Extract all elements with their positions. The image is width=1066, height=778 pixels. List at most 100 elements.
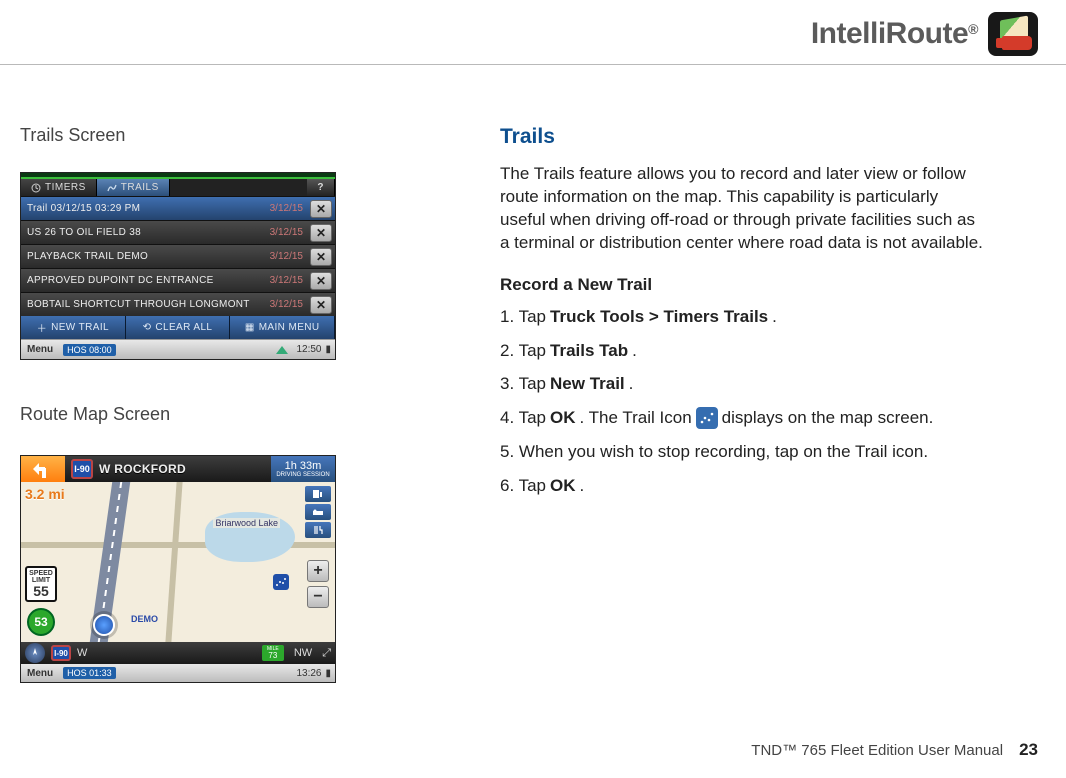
route-shield: I-90 (71, 459, 93, 479)
page-header: IntelliRoute® (0, 0, 1066, 64)
eta-value: 1h 33m (285, 461, 322, 472)
map-screenshot: I-90 W ROCKFORD 1h 33m DRIVING SESSION 3… (20, 455, 336, 683)
compass-icon[interactable] (25, 643, 45, 663)
speed-limit-value: 55 (27, 584, 55, 598)
map-footer: I-90 W MILE 73 NW ⤢ (21, 642, 335, 664)
trails-screenshot: TIMERS TRAILS ? Trail 03/12/15 03:29 PM … (20, 172, 336, 360)
zoom-out-button[interactable]: − (307, 586, 329, 608)
status-bar: Menu HOS 08:00 12:50 ▮ (21, 339, 335, 359)
new-trail-button[interactable]: ＋ NEW TRAIL (21, 316, 126, 339)
poi-food-icon[interactable] (305, 522, 331, 538)
caption-map-screen: Route Map Screen (20, 404, 380, 425)
battery-icon: ▮ (325, 668, 335, 679)
delete-trail-button[interactable]: ✕ (310, 296, 332, 314)
hos-badge: HOS 01:33 (63, 667, 116, 679)
main-menu-button[interactable]: ▦ MAIN MENU (230, 316, 335, 339)
speed-limit-sign: SPEED LIMIT 55 (25, 566, 57, 602)
tab-timers-label: TIMERS (45, 182, 86, 193)
plus-icon: ＋ (37, 320, 47, 335)
turn-arrow[interactable] (21, 456, 65, 482)
section-title: Trails (500, 125, 986, 149)
intro-paragraph: The Trails feature allows you to record … (500, 163, 986, 255)
minus-icon: − (313, 588, 322, 606)
map-status-bar: Menu HOS 01:33 13:26 ▮ (21, 664, 335, 682)
trails-actions: ＋ NEW TRAIL ⟲ CLEAR ALL ▦ MAIN MENU (21, 316, 335, 339)
tab-timers[interactable]: TIMERS (21, 179, 97, 196)
map-header: I-90 W ROCKFORD 1h 33m DRIVING SESSION (21, 456, 335, 482)
map-canvas[interactable]: 3.2 mi Briarwood Lake SPEED LIMIT 55 53 … (21, 482, 335, 642)
registered-mark: ® (968, 21, 978, 37)
trail-marker-icon[interactable] (273, 574, 289, 590)
delete-trail-button[interactable]: ✕ (310, 224, 332, 242)
trail-row-date: 3/12/15 (270, 227, 307, 238)
step-5: 5. When you wish to stop recording, tap … (500, 440, 986, 464)
trails-tabbar: TIMERS TRAILS ? (21, 179, 335, 196)
plus-icon: + (313, 562, 322, 580)
brand-title: IntelliRoute® (811, 17, 978, 51)
trail-row-date: 3/12/15 (270, 299, 307, 310)
footer-route-name: W (77, 647, 87, 659)
trail-row-date: 3/12/15 (270, 275, 307, 286)
delete-trail-button[interactable]: ✕ (310, 248, 332, 266)
trail-row-label: PLAYBACK TRAIL DEMO (21, 251, 270, 262)
clock: 12:50 (292, 344, 325, 355)
footer-shield: I-90 (51, 645, 71, 661)
trail-row[interactable]: US 26 TO OIL FIELD 38 3/12/15 ✕ (21, 220, 335, 244)
right-column: Trails The Trails feature allows you to … (500, 125, 986, 683)
left-column: Trails Screen TIMERS TRAILS ? Trail 03/1… (20, 125, 380, 683)
delete-trail-button[interactable]: ✕ (310, 200, 332, 218)
clear-icon: ⟲ (143, 322, 152, 333)
trail-row-label: BOBTAIL SHORTCUT THROUGH LONGMONT (21, 299, 270, 310)
delete-trail-button[interactable]: ✕ (310, 272, 332, 290)
subheading: Record a New Trail (500, 275, 986, 295)
clock: 13:26 (292, 668, 325, 679)
trail-row[interactable]: BOBTAIL SHORTCUT THROUGH LONGMONT 3/12/1… (21, 292, 335, 316)
help-button[interactable]: ? (307, 179, 335, 196)
poi-column (305, 486, 331, 538)
page-number: 23 (1019, 740, 1038, 760)
page-footer: TND™ 765 Fleet Edition User Manual 23 (751, 740, 1038, 760)
mile-marker: MILE 73 (262, 645, 284, 661)
clock-icon (31, 183, 41, 193)
eta-panel[interactable]: 1h 33m DRIVING SESSION (271, 456, 335, 482)
poi-fuel-icon[interactable] (305, 486, 331, 502)
trail-row[interactable]: APPROVED DUPOINT DC ENTRANCE 3/12/15 ✕ (21, 268, 335, 292)
heading: NW (290, 647, 316, 659)
clear-all-label: CLEAR ALL (155, 322, 212, 333)
clear-all-button[interactable]: ⟲ CLEAR ALL (126, 316, 231, 339)
expand-icon[interactable]: ⤢ (322, 647, 331, 660)
trail-icon (696, 407, 718, 429)
new-trail-label: NEW TRAIL (51, 322, 109, 333)
tab-trails-label: TRAILS (121, 182, 159, 193)
hos-badge: HOS 08:00 (63, 344, 116, 356)
brand-logo (988, 12, 1038, 56)
main-menu-label: MAIN MENU (259, 322, 320, 333)
route-name: W ROCKFORD (99, 462, 186, 476)
step-1: 1. Tap Truck Tools > Timers Trails. (500, 305, 986, 329)
step-4: 4. Tap OK. The Trail Icon displays on th… (500, 406, 986, 430)
grid-icon: ▦ (245, 322, 255, 333)
menu-button[interactable]: Menu (21, 344, 59, 355)
speed-limit-caption: SPEED LIMIT (27, 570, 55, 584)
step-3: 3. Tap New Trail. (500, 372, 986, 396)
lake-label: Briarwood Lake (213, 518, 280, 528)
turn-left-icon (32, 458, 54, 480)
poi-lodging-icon[interactable] (305, 504, 331, 520)
current-speed: 53 (27, 608, 55, 636)
demo-label: DEMO (131, 614, 158, 624)
trail-row[interactable]: Trail 03/12/15 03:29 PM 3/12/15 ✕ (21, 196, 335, 220)
distance-to-turn: 3.2 mi (25, 486, 65, 502)
trail-row[interactable]: PLAYBACK TRAIL DEMO 3/12/15 ✕ (21, 244, 335, 268)
trail-row-date: 3/12/15 (270, 251, 307, 262)
page-content: Trails Screen TIMERS TRAILS ? Trail 03/1… (0, 65, 1066, 683)
tab-trails[interactable]: TRAILS (97, 179, 170, 196)
footer-text: TND™ 765 Fleet Edition User Manual (751, 742, 1003, 759)
logo-truck-icon (1002, 36, 1032, 50)
help-label: ? (317, 182, 324, 193)
vehicle-marker-icon (93, 614, 115, 636)
zoom-in-button[interactable]: + (307, 560, 329, 582)
menu-button[interactable]: Menu (21, 668, 59, 679)
caption-trails-screen: Trails Screen (20, 125, 380, 146)
wifi-icon (276, 346, 288, 354)
route-banner[interactable]: I-90 W ROCKFORD (65, 456, 271, 482)
